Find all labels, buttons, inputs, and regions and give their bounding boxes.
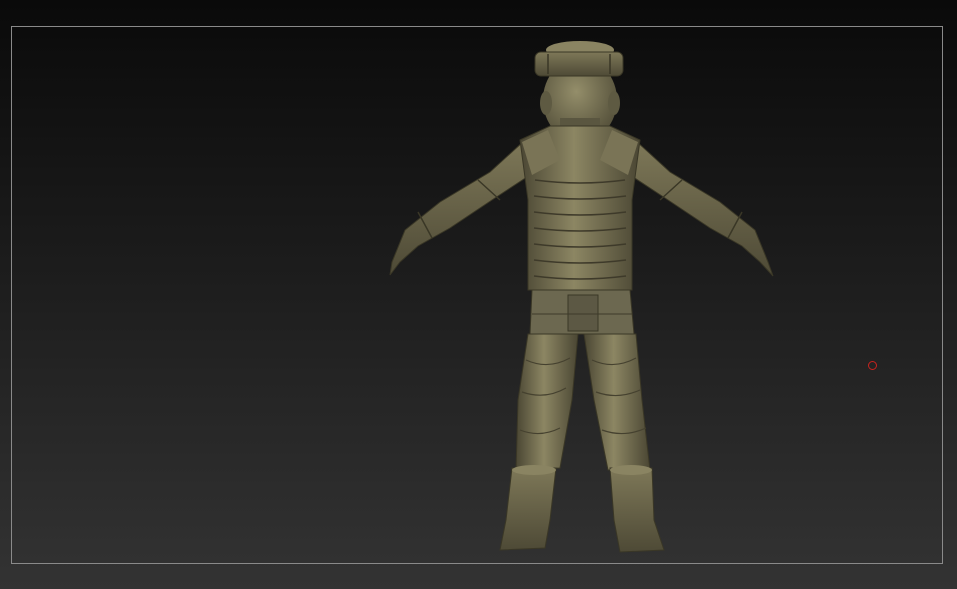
model-torso bbox=[519, 125, 641, 291]
model-right-arm bbox=[629, 138, 774, 277]
sculpt-model[interactable] bbox=[0, 0, 957, 589]
3d-viewport[interactable] bbox=[0, 0, 957, 589]
model-legs bbox=[515, 333, 651, 471]
model-boots bbox=[499, 465, 665, 553]
circle-cursor-icon bbox=[868, 361, 877, 370]
model-belt bbox=[529, 289, 635, 335]
model-left-arm bbox=[389, 138, 531, 276]
